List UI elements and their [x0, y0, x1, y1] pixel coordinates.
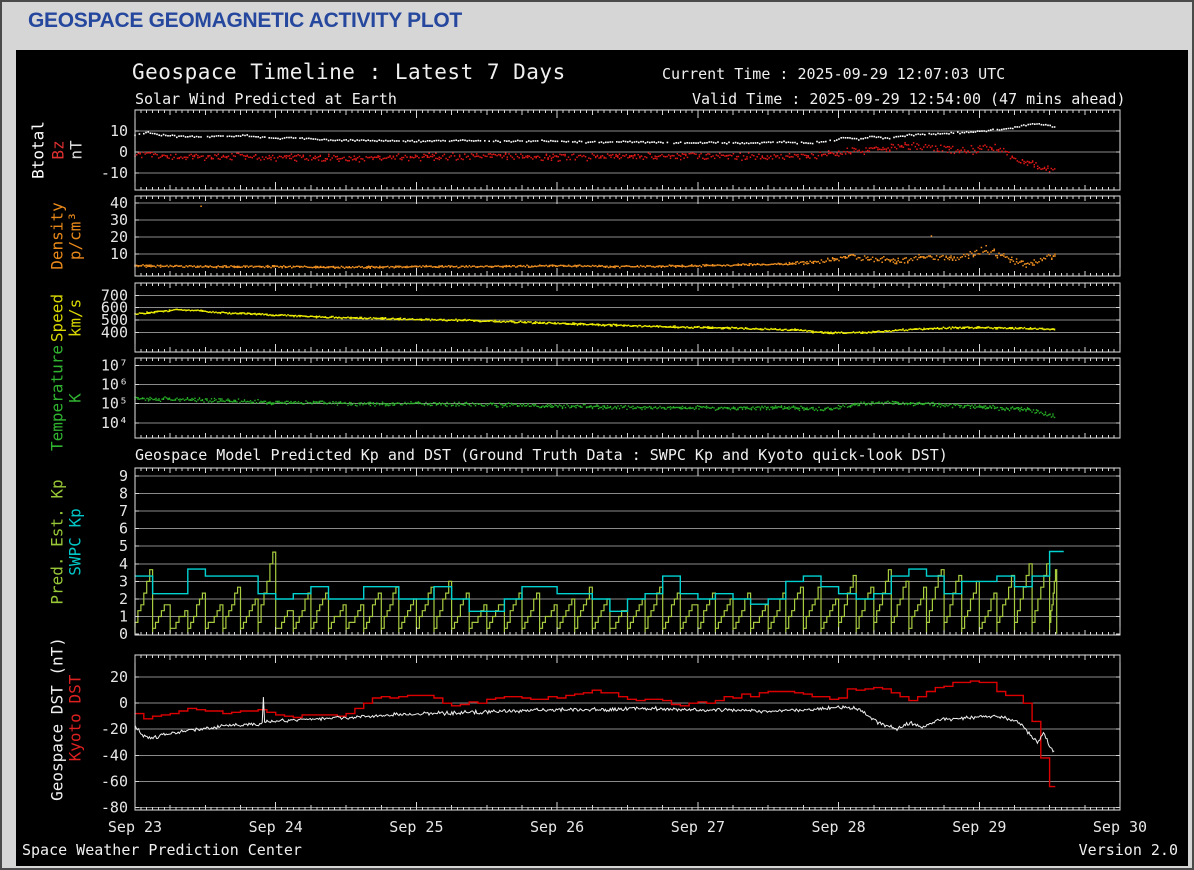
y-axis-label-pred-est-kp: Pred. Est. Kp: [47, 478, 67, 605]
y-axis-label-kyoto-dst: Kyoto DST: [65, 674, 85, 761]
y-axis-label-btotal: Btotal: [28, 121, 48, 179]
series-temperature: [134, 396, 1056, 419]
series-kyoto-dst: [135, 680, 1056, 788]
x-tick-labels: Sep 23 Sep 24 Sep 25 Sep 26 Sep 27 Sep 28 Sep …: [108, 818, 1147, 836]
y-tick-label: 2: [119, 590, 128, 608]
current-time-label: Current Time : 2025-09-29 12:07:03 UTC: [662, 65, 1006, 83]
y-tick-labels: 40302010: [110, 194, 128, 263]
y-tick-label: 0: [119, 625, 128, 643]
x-tick-label: Sep 28: [812, 818, 866, 836]
y-tick-label: -80: [101, 798, 128, 816]
x-tick-label: Sep 24: [249, 818, 303, 836]
y-tick-label: 10⁶: [101, 376, 128, 394]
x-tick-label: Sep 29: [952, 818, 1006, 836]
panel-temperature: 10⁷10⁶10⁵10⁴: [101, 357, 1121, 439]
y-tick-label: 10⁷: [101, 357, 128, 375]
axis-ticks: [134, 196, 1121, 276]
page-title: GEOSPACE GEOMAGNETIC ACTIVITY PLOT: [28, 9, 462, 32]
chart-subtitle: Solar Wind Predicted at Earth: [135, 90, 397, 108]
y-tick-labels: 9876543210: [119, 467, 128, 643]
x-tick-label: Sep 26: [530, 818, 584, 836]
y-tick-labels: 10 0 -10: [101, 122, 128, 182]
panel-frame: [134, 195, 1121, 277]
x-tick-label: Sep 25: [389, 818, 443, 836]
panel-density: 40302010: [110, 194, 1121, 277]
axis-ticks: [134, 283, 1121, 352]
panel-imf: 10 0 -10: [101, 109, 1121, 191]
y-axis-label-density: Density: [47, 202, 67, 270]
y-tick-label: 3: [119, 572, 128, 590]
axis-ticks: [134, 358, 1121, 438]
y-tick-label: -20: [101, 720, 128, 738]
axis-ticks: [134, 110, 1121, 190]
y-axis-label-bz: Bz: [48, 140, 68, 160]
y-tick-label: 20: [110, 668, 128, 686]
y-tick-label: -10: [101, 164, 128, 182]
y-tick-label: -40: [101, 746, 128, 764]
y-tick-label: 30: [110, 211, 128, 229]
y-axis-label-speed: Speed: [47, 293, 67, 342]
y-tick-label: 10: [110, 122, 128, 140]
y-axis-label-swpc-kp: SWPC Kp: [65, 507, 85, 576]
valid-time-label: Valid Time : 2025-09-29 12:54:00 (47 min…: [692, 90, 1126, 108]
footer-credit: Space Weather Prediction Center: [22, 841, 302, 859]
axis-ticks: [134, 655, 1121, 810]
y-axis-label-km-s: km/s: [65, 298, 85, 337]
y-tick-label: 4: [119, 555, 128, 573]
panel-frame: [134, 282, 1121, 353]
section-title: Geospace Model Predicted Kp and DST (Gro…: [135, 446, 948, 464]
panel-frame: [134, 357, 1121, 439]
y-axis-label-p-cm: p/cm³: [65, 211, 85, 261]
y-tick-label: 10⁴: [101, 414, 128, 432]
y-tick-label: 8: [119, 485, 128, 503]
series-pred-est-kp: [134, 551, 1058, 634]
footer-version: Version 2.0: [1078, 841, 1178, 859]
panel-frame: [134, 109, 1121, 191]
x-tick-label: Sep 27: [671, 818, 725, 836]
panel-frame: [134, 654, 1121, 811]
y-tick-label: -60: [101, 772, 128, 790]
gridlines: [135, 475, 1120, 617]
y-tick-label: 6: [119, 520, 128, 538]
series-geospace-dst: [134, 696, 1055, 753]
x-tick-label: Sep 30: [1093, 818, 1147, 836]
y-tick-label: 7: [119, 502, 128, 520]
y-tick-label: 400: [101, 323, 128, 341]
y-tick-label: 1: [119, 608, 128, 626]
x-tick-label: Sep 23: [108, 818, 162, 836]
panel-kp: 9876543210: [119, 467, 1121, 643]
y-axis-label-geospace-dst-nt: Geospace DST (nT): [47, 636, 67, 801]
y-axis-label-nt: nT: [66, 140, 86, 160]
y-tick-labels: 20 0 -20 -40 -60 -80: [101, 668, 128, 816]
series-speed: [134, 308, 1056, 335]
y-tick-label: 20: [110, 228, 128, 246]
panel-dst: 20 0 -20 -40 -60 -80: [101, 654, 1121, 816]
y-axis-label-k: K: [65, 393, 85, 403]
y-tick-labels: 700600500400: [101, 286, 128, 341]
series-bz: [134, 142, 1056, 173]
y-tick-label: 40: [110, 194, 128, 212]
y-tick-label: 0: [119, 143, 128, 161]
gridlines: [135, 365, 1120, 424]
y-tick-label: 10: [110, 245, 128, 263]
y-tick-label: 9: [119, 467, 128, 485]
y-axis-label-temperature: Temperature: [47, 345, 67, 451]
y-tick-label: 5: [119, 537, 128, 555]
y-tick-labels: 10⁷10⁶10⁵10⁴: [101, 357, 128, 432]
panel-speed: 700600500400: [101, 282, 1121, 353]
gridlines: [135, 202, 1120, 255]
series-btotal: [134, 123, 1056, 145]
y-tick-label: 10⁵: [101, 395, 128, 413]
plot-panel: Geospace Timeline : Latest 7 Days Curren…: [16, 50, 1188, 866]
chart-title: Geospace Timeline : Latest 7 Days: [132, 60, 566, 84]
page: GEOSPACE GEOMAGNETIC ACTIVITY PLOT Geosp…: [0, 0, 1194, 870]
y-tick-label: 0: [119, 694, 128, 712]
gridlines: [135, 130, 1120, 174]
